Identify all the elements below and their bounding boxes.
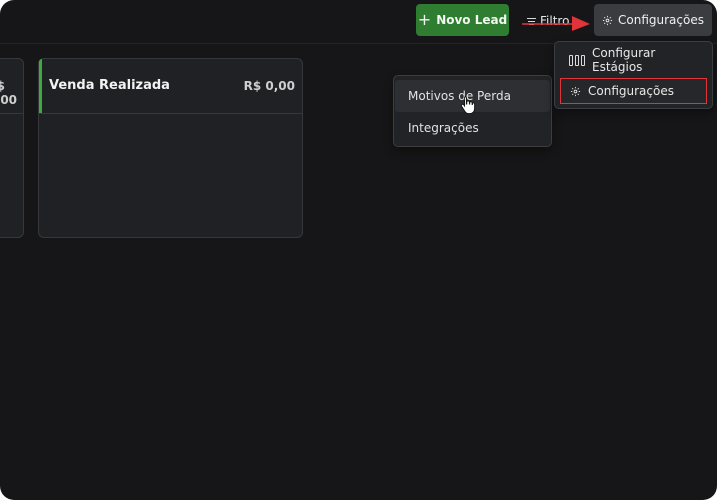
pipeline-stage-card[interactable]: Venda Realizada R$ 0,00 — [38, 58, 303, 238]
configurations-dropdown: Configurar Estágios Configurações — [554, 41, 713, 109]
new-lead-button[interactable]: + Novo Lead — [416, 4, 509, 36]
configurations-button-label: Configurações — [618, 13, 704, 27]
stage-amount: R$ 0,00 — [243, 79, 295, 93]
stage-amount: R$ 0,00 — [0, 79, 18, 107]
app-frame: + Novo Lead Filtro Configurações R$ 0,00… — [0, 0, 717, 500]
stage-card-header: Venda Realizada R$ 0,00 — [39, 59, 302, 114]
annotation-arrow — [522, 16, 590, 31]
menu-item-integrations[interactable]: Integrações — [395, 112, 550, 144]
configurations-button[interactable]: Configurações — [594, 4, 712, 36]
plus-icon: + — [417, 9, 432, 29]
stage-card-header: R$ 0,00 — [0, 59, 23, 114]
menu-item-label: Configurar Estágios — [592, 46, 656, 74]
menu-item-label: Configurações — [588, 84, 674, 98]
gear-icon — [570, 86, 581, 97]
columns-icon — [569, 54, 585, 66]
menu-item-configurations[interactable]: Configurações — [560, 78, 707, 104]
stage-title: Venda Realizada — [49, 78, 170, 93]
menu-item-label: Integrações — [408, 121, 479, 135]
pipeline-stage-card[interactable]: R$ 0,00 — [0, 58, 24, 238]
menu-item-configure-stages[interactable]: Configurar Estágios — [560, 46, 707, 74]
new-lead-label: Novo Lead — [436, 13, 508, 27]
gear-icon — [602, 15, 613, 26]
hand-cursor-icon — [460, 96, 476, 115]
